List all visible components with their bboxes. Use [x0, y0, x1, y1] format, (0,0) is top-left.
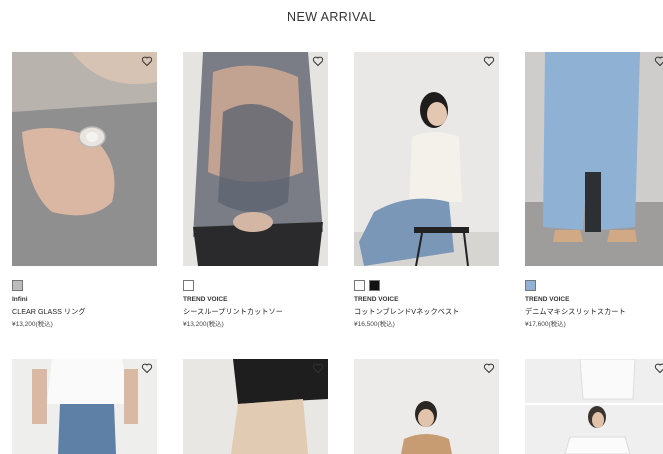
product-name[interactable]: シースループリントカットソー [183, 307, 283, 317]
product-brand[interactable]: TREND VOICE [354, 296, 398, 303]
product-brand[interactable]: Infini [12, 296, 28, 303]
product-name[interactable]: コットンブレンドVネックベスト [354, 307, 459, 317]
product-image[interactable] [12, 359, 157, 454]
product-price: ¥13,200(税込) [183, 321, 224, 328]
product-image[interactable] [354, 52, 499, 266]
heart-icon[interactable] [654, 362, 663, 374]
section-title: NEW ARRIVAL [287, 10, 376, 24]
product-image[interactable] [183, 52, 328, 266]
product-image[interactable] [12, 52, 157, 266]
heart-icon[interactable] [141, 362, 153, 374]
product-price: ¥16,500(税込) [354, 321, 395, 328]
heart-icon[interactable] [483, 55, 495, 67]
product-image[interactable] [183, 359, 328, 454]
color-swatch[interactable] [525, 280, 536, 291]
product-image[interactable] [525, 359, 663, 454]
product-name[interactable]: CLEAR GLASS リング [12, 307, 86, 317]
color-swatch[interactable] [369, 280, 380, 291]
heart-icon[interactable] [312, 362, 324, 374]
color-swatch[interactable] [12, 280, 23, 291]
product-image[interactable] [354, 359, 499, 454]
product-image[interactable] [525, 52, 663, 266]
product-price: ¥13,200(税込) [12, 321, 53, 328]
color-swatch[interactable] [354, 280, 365, 291]
color-swatches [183, 280, 194, 291]
color-swatches [525, 280, 536, 291]
color-swatches [12, 280, 23, 291]
heart-icon[interactable] [312, 55, 324, 67]
heart-icon[interactable] [483, 362, 495, 374]
product-brand[interactable]: TREND VOICE [525, 296, 569, 303]
product-name[interactable]: デニムマキシスリットスカート [525, 307, 626, 317]
heart-icon[interactable] [654, 55, 663, 67]
product-brand[interactable]: TREND VOICE [183, 296, 227, 303]
color-swatch[interactable] [183, 280, 194, 291]
product-price: ¥17,600(税込) [525, 321, 566, 328]
color-swatches [354, 280, 380, 291]
heart-icon[interactable] [141, 55, 153, 67]
